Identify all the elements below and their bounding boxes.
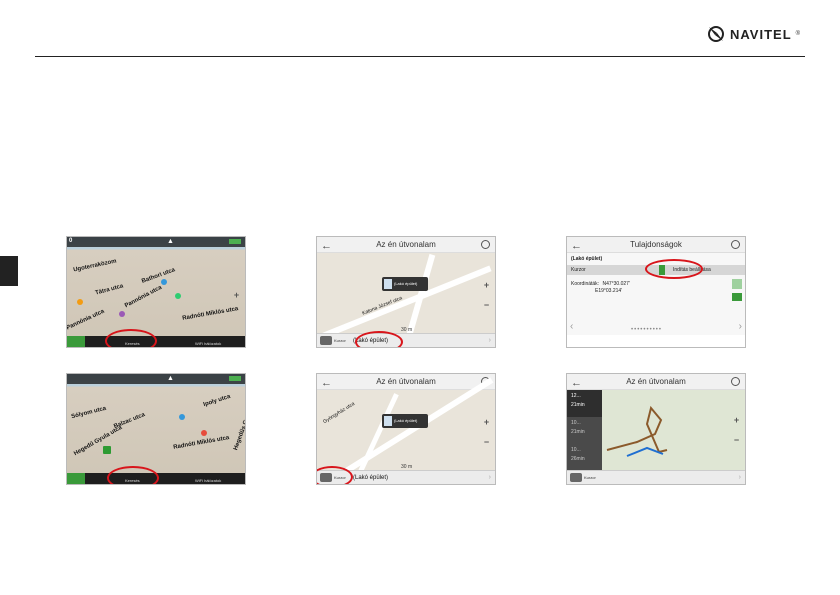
zoom-out-icon[interactable]: − bbox=[482, 438, 491, 447]
battery-icon bbox=[229, 376, 241, 381]
map-view[interactable]: Katona József utca (Lakó épület) 30 m + … bbox=[317, 253, 495, 343]
location-name[interactable]: (Lakó épület) bbox=[353, 471, 388, 484]
chevron-left-icon[interactable]: ‹ bbox=[570, 321, 573, 332]
map-view[interactable]: Gyöngyház utca (Lakó épület) 30 m + − bbox=[317, 377, 495, 484]
navitel-logo: NAVITEL ® bbox=[706, 24, 800, 44]
destination-flag-icon[interactable] bbox=[103, 446, 111, 454]
chevron-right-icon[interactable]: › bbox=[489, 334, 491, 347]
screen-header: ← Az én útvonalam bbox=[317, 374, 495, 390]
route-options: 12... 21min 10... 21min 10... 26min bbox=[567, 390, 602, 472]
page-dots: •••••••••• bbox=[631, 327, 663, 333]
highlight-circle bbox=[355, 331, 403, 347]
zoom-in-icon[interactable]: + bbox=[232, 291, 241, 300]
street-label: Ugoterraközom bbox=[72, 258, 118, 274]
street-label: Ipoly utca bbox=[202, 393, 232, 409]
screen-title: Az én útvonalam bbox=[376, 377, 436, 386]
street-label: Radnóti Miklós utca bbox=[181, 306, 239, 322]
screen-title: Az én útvonalam bbox=[376, 240, 436, 249]
zoom-in-icon[interactable]: + bbox=[732, 416, 741, 425]
street-label: Bathori utca bbox=[141, 267, 176, 285]
map-pin-icon[interactable] bbox=[732, 293, 742, 301]
add-waypoint-icon[interactable] bbox=[732, 279, 742, 289]
zoom-in-icon[interactable]: + bbox=[482, 418, 491, 427]
screenshot-map-bottom: ▲ Sólyom utca Balzac utca Hegedű Gyula u… bbox=[66, 373, 246, 485]
street-label: Pannónia utca bbox=[123, 284, 164, 310]
screen-header: ← Az én útvonalam bbox=[567, 374, 745, 390]
brand-reg: ® bbox=[795, 31, 801, 37]
navitel-logo-icon bbox=[708, 26, 724, 42]
wifi-button[interactable]: WiFi hálózatok bbox=[195, 478, 221, 483]
route-option[interactable]: 10... 21min bbox=[567, 417, 602, 444]
brand-name: NAVITEL bbox=[730, 26, 792, 42]
compass-icon[interactable]: ▲ bbox=[167, 238, 174, 245]
cursor-label: Kurzor bbox=[334, 338, 346, 343]
route-option[interactable]: 10... 26min bbox=[567, 444, 602, 471]
back-arrow-icon[interactable]: ← bbox=[571, 238, 582, 254]
screenshot-route-top: ← Az én útvonalam Katona József utca (La… bbox=[316, 236, 496, 348]
cursor-button[interactable] bbox=[570, 473, 582, 482]
poi-pin[interactable] bbox=[161, 279, 167, 285]
street-label: Hegedű Gyula utca bbox=[73, 424, 124, 458]
location-bubble[interactable]: (Lakó épület) bbox=[382, 277, 428, 291]
screenshot-route-bottom: ← Az én útvonalam Gyöngyház utca (Lakó é… bbox=[316, 373, 496, 485]
building-icon bbox=[384, 416, 392, 426]
menu-button[interactable] bbox=[67, 473, 85, 484]
back-arrow-icon[interactable]: ← bbox=[571, 375, 582, 391]
globe-icon[interactable] bbox=[481, 240, 490, 249]
poi-pin[interactable] bbox=[201, 430, 207, 436]
street-label: Gyöngyház utca bbox=[322, 400, 356, 426]
highlight-circle bbox=[645, 259, 703, 279]
map-status-bar: 0 ▲ bbox=[67, 237, 245, 247]
chevron-right-icon[interactable]: › bbox=[739, 471, 741, 484]
map-status-bar: ▲ bbox=[67, 374, 245, 384]
wifi-button[interactable]: WiFi hálózatok bbox=[195, 341, 221, 346]
building-icon bbox=[384, 279, 392, 289]
cursor-button[interactable]: Kurzor bbox=[571, 267, 586, 273]
street bbox=[356, 393, 399, 477]
screenshot-properties: ← Tulajdonságok (Lakó épület) Kurzor Ind… bbox=[566, 236, 746, 348]
zoom-out-icon[interactable]: − bbox=[482, 301, 491, 310]
street-label: Hegedűs Gyula utca bbox=[233, 395, 246, 452]
bottom-bar: Kurzor › bbox=[567, 470, 745, 484]
route-option[interactable]: 12... 21min bbox=[567, 390, 602, 417]
globe-icon[interactable] bbox=[731, 240, 740, 249]
speed-readout: 0 bbox=[69, 238, 73, 244]
poi-pin[interactable] bbox=[179, 414, 185, 420]
street-label: Pannónia utca bbox=[66, 308, 106, 332]
highlight-circle bbox=[105, 329, 157, 347]
street-label: Sólyom utca bbox=[70, 405, 107, 421]
screenshot-map-top: 0 ▲ Ugoterraközom Bathori utca Tátra utc… bbox=[66, 236, 246, 348]
bottom-bar: Kurzor (Lakó épület) › bbox=[317, 333, 495, 347]
section-tab bbox=[0, 256, 18, 286]
zoom-in-icon[interactable]: + bbox=[482, 281, 491, 290]
highlight-circle bbox=[317, 466, 353, 484]
chevron-right-icon[interactable]: › bbox=[739, 321, 742, 332]
screen-title: Az én útvonalam bbox=[626, 377, 686, 386]
coordinates-row: E19°03.214' bbox=[595, 288, 623, 294]
header-divider bbox=[35, 56, 805, 57]
back-arrow-icon[interactable]: ← bbox=[321, 375, 332, 391]
poi-pin[interactable] bbox=[175, 293, 181, 299]
menu-button[interactable] bbox=[67, 336, 85, 347]
cursor-label: Kurzor bbox=[584, 475, 596, 480]
back-arrow-icon[interactable]: ← bbox=[321, 238, 332, 254]
compass-icon[interactable]: ▲ bbox=[167, 375, 174, 382]
chevron-right-icon[interactable]: › bbox=[489, 471, 491, 484]
poi-pin[interactable] bbox=[119, 311, 125, 317]
globe-icon[interactable] bbox=[731, 377, 740, 386]
screen-header: ← Tulajdonságok bbox=[567, 237, 745, 253]
highlight-circle bbox=[107, 466, 159, 484]
screen-title: Tulajdonságok bbox=[630, 240, 682, 249]
location-bubble[interactable]: (Lakó épület) bbox=[382, 414, 428, 428]
battery-icon bbox=[229, 239, 241, 244]
zoom-out-icon[interactable]: − bbox=[732, 436, 741, 445]
street-label: Radnóti Miklós utca bbox=[172, 435, 230, 451]
poi-pin[interactable] bbox=[77, 299, 83, 305]
screenshot-route-result: ← Az én útvonalam + − 12... 21min 10... … bbox=[566, 373, 746, 485]
street-label: Tátra utca bbox=[94, 283, 124, 297]
cursor-button[interactable] bbox=[320, 336, 332, 345]
screen-header: ← Az én útvonalam bbox=[317, 237, 495, 253]
